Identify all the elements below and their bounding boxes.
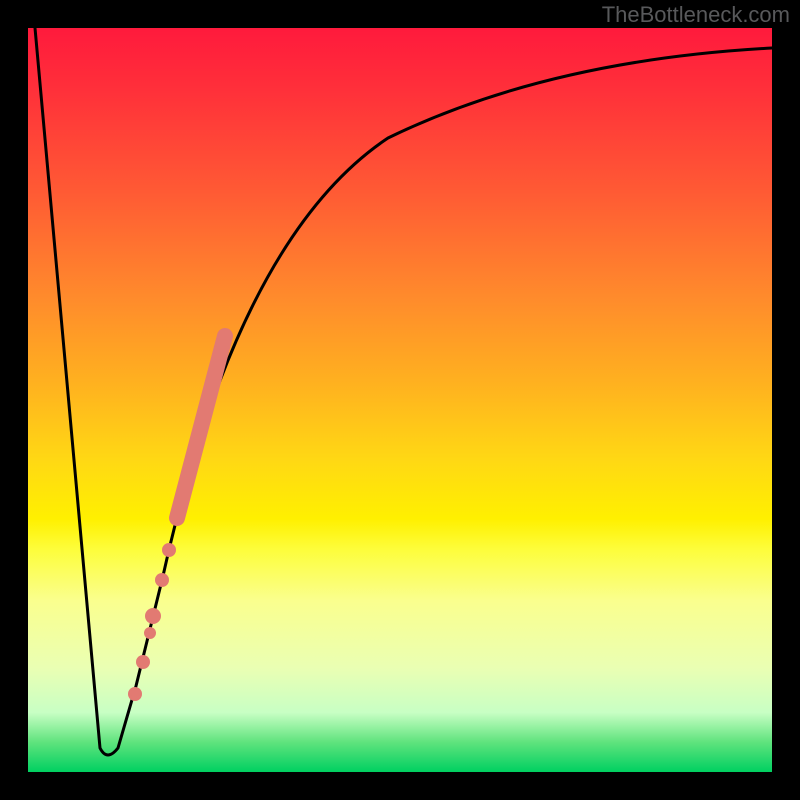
- highlight-dot: [136, 655, 150, 669]
- chart-frame: TheBottleneck.com: [0, 0, 800, 800]
- highlight-dot: [162, 543, 176, 557]
- highlight-dot: [128, 687, 142, 701]
- highlight-dot: [145, 608, 161, 624]
- chart-svg: [28, 28, 772, 772]
- highlight-dot: [144, 627, 156, 639]
- bottleneck-curve: [35, 28, 772, 755]
- credit-label: TheBottleneck.com: [602, 2, 790, 28]
- highlight-dot: [155, 573, 169, 587]
- plot-area: [28, 28, 772, 772]
- highlight-segment-thick: [177, 336, 225, 518]
